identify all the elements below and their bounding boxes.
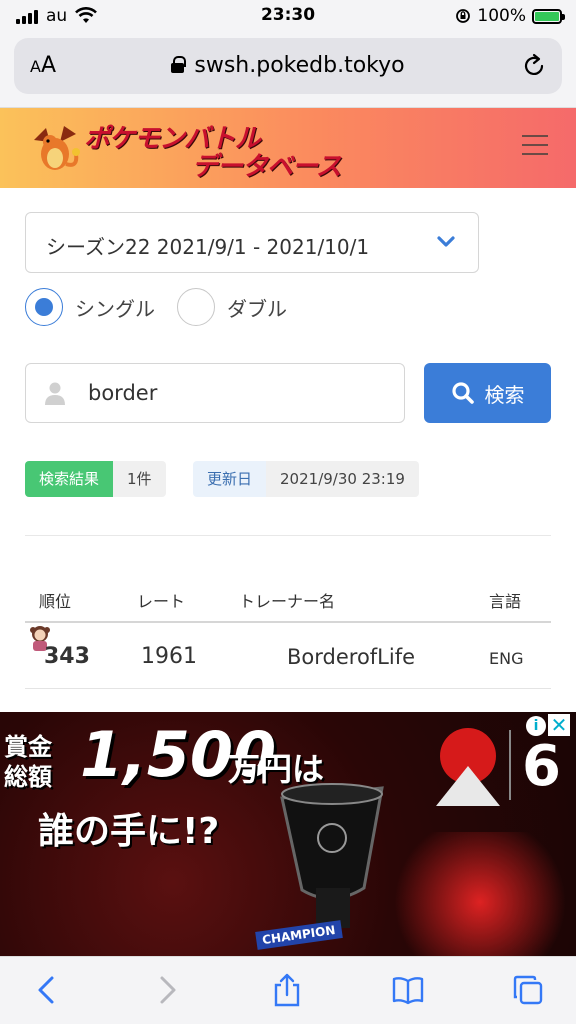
search-input[interactable]	[88, 381, 388, 405]
divider	[25, 535, 551, 536]
battle-type-radio-group: シングル ダブル	[25, 287, 287, 327]
orientation-lock-icon	[456, 9, 471, 23]
header-trainer: トレーナー名	[239, 592, 336, 611]
result-count-label: 検索結果	[25, 461, 114, 497]
ad-glow	[380, 832, 576, 956]
site-title-line2[interactable]: データベース	[192, 146, 342, 183]
browser-address-area: AA swsh.pokedb.tokyo	[0, 34, 576, 108]
search-icon	[451, 382, 474, 404]
row-rate: 1961	[141, 644, 197, 669]
row-trainer-name[interactable]: BorderofLife	[287, 645, 415, 669]
forward-icon[interactable]	[150, 973, 184, 1007]
ad-prize-label: 賞金 総額	[4, 733, 52, 791]
back-icon[interactable]	[30, 973, 64, 1007]
ad-six-logo: 6	[522, 734, 561, 799]
radio-double-label[interactable]: ダブル	[227, 293, 287, 322]
status-bar: au 23:30 100%	[0, 0, 576, 34]
ad-info-icon[interactable]: i	[526, 716, 546, 736]
search-button-label: 検索	[484, 382, 525, 407]
tabs-icon[interactable]	[511, 973, 545, 1007]
row-language: ENG	[489, 649, 524, 668]
reload-icon[interactable]	[520, 52, 548, 80]
bookmarks-icon[interactable]	[391, 973, 425, 1007]
radio-single-label[interactable]: シングル	[75, 293, 155, 322]
hamburger-icon[interactable]	[522, 135, 548, 155]
trainer-search-field[interactable]	[25, 363, 405, 423]
ad-mountain-icon	[436, 766, 500, 806]
updated-value: 2021/9/30 23:19	[266, 461, 419, 497]
browser-toolbar	[0, 956, 576, 1024]
advertisement-banner[interactable]: 賞金 総額 1,500 万円は 誰の手に!? 6 CHAMPION i ✕	[0, 712, 576, 956]
battery-percent: 100%	[477, 6, 526, 26]
table-header: 順位 レート トレーナー名 言語	[25, 580, 551, 623]
search-button[interactable]: 検索	[424, 363, 551, 423]
ad-question: 誰の手に!?	[38, 811, 220, 852]
ad-close-icon[interactable]: ✕	[548, 714, 570, 736]
table-row[interactable]: 343 1961 BorderofLife ENG	[25, 623, 551, 689]
header-rate: レート	[137, 592, 186, 611]
url-display[interactable]: swsh.pokedb.tokyo	[14, 53, 562, 78]
address-bar[interactable]: AA swsh.pokedb.tokyo	[14, 38, 562, 94]
season-select[interactable]: シーズン22 2021/9/1 - 2021/10/1	[25, 212, 479, 273]
charizard-logo-icon[interactable]	[26, 120, 84, 178]
ranking-table: 順位 レート トレーナー名 言語 343 1961 BorderofLife E…	[25, 580, 551, 689]
url-text: swsh.pokedb.tokyo	[194, 53, 405, 78]
ad-logo-divider	[509, 730, 511, 800]
chevron-down-icon	[437, 236, 455, 247]
season-selected-value: シーズン22 2021/9/1 - 2021/10/1	[46, 235, 370, 259]
status-bar-right: 100%	[455, 6, 565, 26]
radio-double[interactable]	[177, 288, 215, 326]
updated-label: 更新日	[193, 461, 267, 497]
battery-icon	[532, 8, 565, 24]
site-header: ポケモンバトル データベース	[0, 108, 576, 188]
header-language: 言語	[489, 592, 522, 611]
radio-single[interactable]	[25, 288, 63, 326]
lock-icon	[171, 56, 187, 73]
row-rank: 343	[44, 644, 90, 669]
header-rank: 順位	[39, 592, 72, 611]
share-icon[interactable]	[270, 973, 304, 1007]
result-count-value: 1件	[113, 461, 166, 497]
result-count-tag: 検索結果 1件	[25, 461, 166, 497]
updated-date-tag: 更新日 2021/9/30 23:19	[193, 461, 419, 497]
user-icon	[45, 382, 65, 405]
